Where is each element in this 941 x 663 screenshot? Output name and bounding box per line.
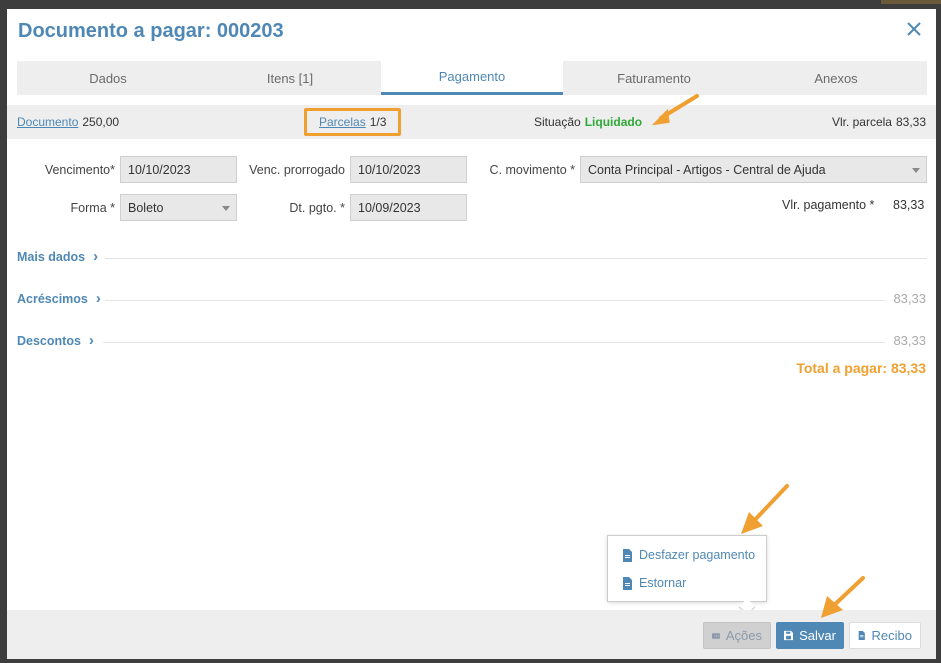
tab-anexos[interactable]: Anexos: [745, 61, 927, 95]
desfazer-pagamento-label: Desfazer pagamento: [639, 548, 756, 562]
recibo-button[interactable]: Recibo: [849, 622, 921, 649]
tab-pagamento[interactable]: Pagamento: [381, 61, 563, 95]
situacao-label: Situação: [534, 115, 581, 129]
descontos-label: Descontos: [17, 333, 81, 348]
forma-value: Boleto: [128, 200, 164, 215]
total-a-pagar: Total a pagar: 83,33: [796, 360, 926, 376]
c-movimento-select[interactable]: Conta Principal - Artigos - Central de A…: [580, 156, 927, 183]
chevron-right-icon: ›: [88, 332, 94, 349]
venc-prorrogado-label: Venc. prorrogado: [249, 163, 345, 177]
chevron-down-icon: [912, 168, 920, 173]
situacao-summary: Situação Liquidado: [534, 105, 642, 139]
backdrop-accent: [881, 0, 941, 4]
modal-footer: Ações Salvar Recibo: [7, 610, 936, 659]
vlr-pagamento-label: Vlr. pagamento *: [782, 198, 875, 212]
vencimento-field[interactable]: 10/10/2023: [120, 156, 237, 183]
divider: [103, 342, 885, 343]
salvar-label: Salvar: [799, 628, 836, 643]
forma-label: Forma *: [70, 201, 115, 215]
c-movimento-label: C. movimento *: [489, 163, 575, 177]
document-icon: [858, 631, 865, 640]
acoes-button[interactable]: Ações: [703, 622, 771, 649]
modal-title: Documento a pagar: 000203: [18, 20, 284, 42]
c-movimento-value: Conta Principal - Artigos - Central de A…: [588, 162, 826, 177]
dt-pgto-label: Dt. pgto. *: [289, 201, 345, 215]
descontos-value: 83,33: [893, 333, 926, 348]
chevron-right-icon: ›: [95, 290, 101, 307]
documento-link[interactable]: Documento: [17, 115, 78, 129]
recibo-label: Recibo: [871, 628, 912, 643]
tab-faturamento[interactable]: Faturamento: [563, 61, 745, 95]
forma-select[interactable]: Boleto: [120, 194, 237, 221]
close-icon[interactable]: [904, 19, 924, 39]
summary-bar: Documento 250,00 Parcelas 1/3 Situação L…: [7, 105, 936, 139]
estornar-label: Estornar: [639, 576, 687, 590]
tab-bar: Dados Itens [1] Pagamento Faturamento An…: [17, 61, 927, 95]
mais-dados-toggle[interactable]: Mais dados ›: [17, 248, 98, 265]
divider: [105, 258, 927, 259]
vlr-pagamento-value[interactable]: 83,33: [893, 198, 924, 212]
save-icon: [784, 630, 794, 641]
documento-value: 250,00: [82, 115, 120, 129]
vlr-parcela-summary: Vlr. parcela 83,33: [832, 105, 926, 139]
acrescimos-toggle[interactable]: Acréscimos ›: [17, 290, 101, 307]
chevron-down-icon: [222, 206, 230, 211]
vencimento-label: Vencimento*: [44, 163, 115, 177]
acoes-label: Ações: [725, 628, 762, 643]
vlr-parcela-label: Vlr. parcela: [831, 115, 892, 129]
parcelas-highlight: Parcelas 1/3: [304, 108, 402, 136]
vlr-parcela-value: 83,33: [895, 115, 926, 129]
descontos-toggle[interactable]: Descontos ›: [17, 332, 94, 349]
mais-dados-label: Mais dados: [17, 249, 86, 264]
payable-document-modal: Documento a pagar: 000203 Dados Itens [1…: [7, 9, 936, 659]
parcelas-summary: Parcelas 1/3: [304, 106, 402, 138]
parcelas-value: 1/3: [369, 115, 387, 129]
divider: [105, 300, 885, 301]
document-icon: [623, 548, 632, 562]
parcelas-link[interactable]: Parcelas: [319, 115, 366, 129]
tab-itens[interactable]: Itens [1]: [199, 61, 381, 95]
document-icon: [623, 576, 632, 590]
chevron-right-icon: ›: [93, 248, 99, 265]
situacao-status: Liquidado: [584, 115, 643, 129]
estornar-item[interactable]: Estornar: [622, 576, 686, 590]
acrescimos-label: Acréscimos: [17, 291, 88, 306]
acrescimos-value: 83,33: [893, 291, 926, 306]
venc-prorrogado-field[interactable]: 10/10/2023: [350, 156, 467, 183]
tag-icon: [712, 632, 720, 639]
desfazer-pagamento-item[interactable]: Desfazer pagamento: [622, 548, 755, 562]
salvar-button[interactable]: Salvar: [776, 622, 844, 649]
acoes-popup-menu: Desfazer pagamento Estornar: [607, 535, 767, 616]
dt-pgto-field[interactable]: 10/09/2023: [350, 194, 467, 221]
documento-summary: Documento 250,00: [17, 105, 119, 139]
tab-dados[interactable]: Dados: [17, 61, 199, 95]
